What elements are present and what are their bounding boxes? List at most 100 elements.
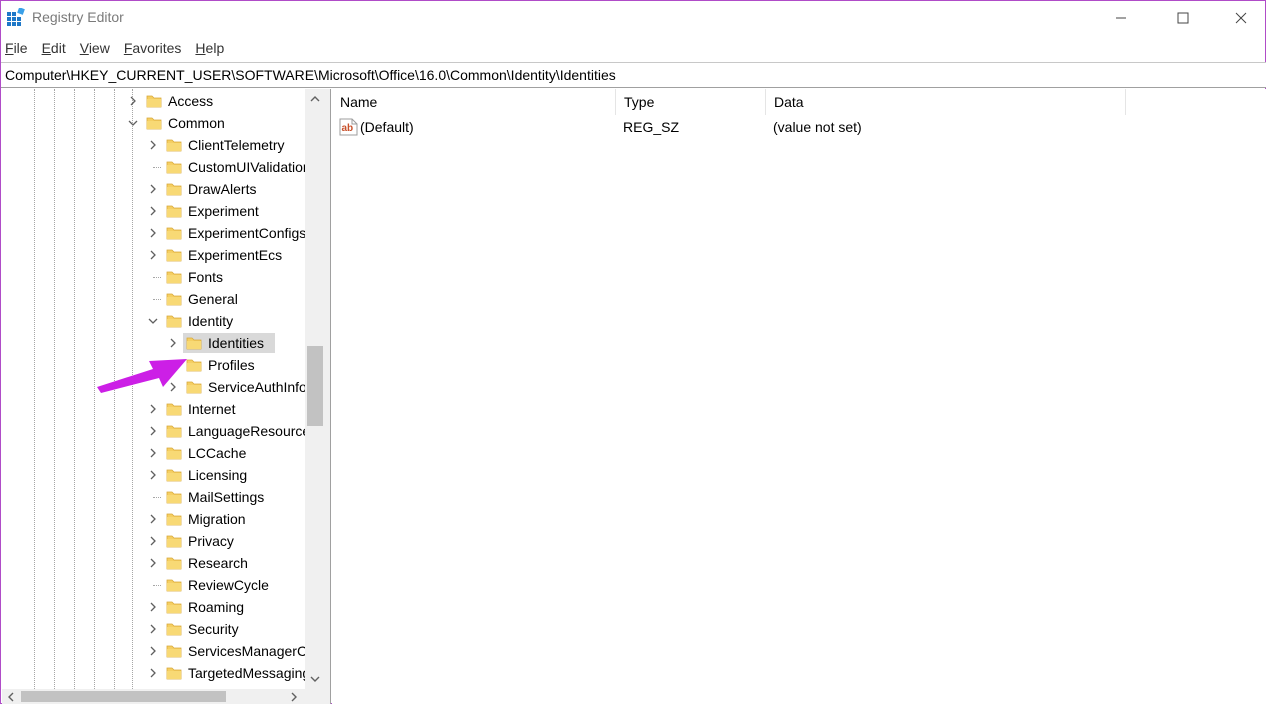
menu-view[interactable]: View — [76, 38, 114, 60]
chevron-right-icon[interactable] — [145, 222, 161, 244]
folder-icon — [166, 313, 182, 329]
tree-item-privacy[interactable]: Privacy — [2, 530, 305, 552]
pane-splitter[interactable] — [325, 89, 331, 704]
scroll-down-button[interactable] — [305, 669, 325, 689]
tree-item-label: Licensing — [188, 467, 248, 483]
chevron-right-icon[interactable] — [145, 420, 161, 442]
maximize-icon — [1177, 12, 1189, 23]
tree-item-licensing[interactable]: Licensing — [2, 464, 305, 486]
folder-icon — [166, 445, 182, 461]
chevron-down-icon[interactable] — [125, 112, 141, 134]
close-button[interactable] — [1218, 1, 1264, 34]
tree-vertical-scrollbar[interactable] — [305, 89, 325, 689]
tree-item-clienttelemetry[interactable]: ClientTelemetry — [2, 134, 305, 156]
tree-item-experimentecs[interactable]: ExperimentEcs — [2, 244, 305, 266]
tree-item-label: Experiment — [188, 203, 259, 219]
tree-item-label: Identities — [208, 335, 265, 351]
tree-item-serviceauthinfo[interactable]: ServiceAuthInfo — [2, 376, 305, 398]
maximize-button[interactable] — [1160, 1, 1206, 34]
folder-icon — [146, 93, 162, 109]
scroll-left-button[interactable] — [2, 689, 19, 704]
scrollbar-corner — [305, 689, 325, 704]
tree-item-targetedmessagingservice[interactable]: TargetedMessagingService — [2, 662, 305, 684]
tree-item-security[interactable]: Security — [2, 618, 305, 640]
tree-item-fonts[interactable]: Fonts — [2, 266, 305, 288]
tree-item-identity[interactable]: Identity — [2, 310, 305, 332]
tree-item-profiles[interactable]: Profiles — [2, 354, 305, 376]
tree-item-label: ReviewCycle — [188, 577, 269, 593]
chevron-right-icon[interactable] — [145, 464, 161, 486]
address-bar[interactable]: Computer\HKEY_CURRENT_USER\SOFTWARE\Micr… — [1, 62, 1266, 88]
folder-icon — [166, 489, 182, 505]
chevron-right-icon[interactable] — [145, 200, 161, 222]
chevron-right-icon[interactable] — [145, 244, 161, 266]
tree-item-experiment[interactable]: Experiment — [2, 200, 305, 222]
tree-horizontal-scrollbar[interactable] — [2, 689, 305, 704]
scroll-thumb[interactable] — [21, 691, 226, 702]
chevron-right-icon[interactable] — [145, 662, 161, 684]
tree-item-internet[interactable]: Internet — [2, 398, 305, 420]
chevron-right-icon[interactable] — [145, 178, 161, 200]
menu-file[interactable]: File — [1, 38, 32, 60]
tree-item-access[interactable]: Access — [2, 90, 305, 112]
svg-text:ab: ab — [342, 123, 354, 134]
folder-icon — [166, 467, 182, 483]
menu-favorites[interactable]: Favorites — [120, 38, 186, 60]
folder-icon — [146, 115, 162, 131]
scroll-up-button[interactable] — [305, 89, 325, 109]
tree-item-mailsettings[interactable]: MailSettings — [2, 486, 305, 508]
folder-icon — [166, 599, 182, 615]
folder-icon — [166, 203, 182, 219]
tree-item-label: Migration — [188, 511, 246, 527]
tree-item-general[interactable]: General — [2, 288, 305, 310]
menu-help[interactable]: Help — [191, 38, 228, 60]
chevron-right-icon[interactable] — [145, 618, 161, 640]
tree-item-languageresources[interactable]: LanguageResources — [2, 420, 305, 442]
tree-item-label: MailSettings — [188, 489, 265, 505]
tree-item-label: TargetedMessagingService — [188, 665, 305, 681]
tree-item-drawalerts[interactable]: DrawAlerts — [2, 178, 305, 200]
address-path[interactable]: Computer\HKEY_CURRENT_USER\SOFTWARE\Micr… — [5, 67, 616, 83]
menu-edit-label: dit — [50, 40, 66, 56]
tree-item-research[interactable]: Research — [2, 552, 305, 574]
chevron-right-icon[interactable] — [145, 398, 161, 420]
minimize-button[interactable] — [1098, 1, 1144, 34]
column-header-name[interactable]: Name — [332, 89, 616, 115]
menu-edit[interactable]: Edit — [38, 38, 70, 60]
tree-item-lccache[interactable]: LCCache — [2, 442, 305, 464]
tree-item-identities[interactable]: Identities — [2, 332, 305, 354]
tree-item-customuivalidationcache[interactable]: CustomUIValidationCache — [2, 156, 305, 178]
window-title: Registry Editor — [32, 9, 124, 25]
chevron-right-icon[interactable] — [145, 596, 161, 618]
scroll-right-button[interactable] — [285, 689, 302, 704]
chevron-right-icon[interactable] — [125, 90, 141, 112]
scroll-thumb[interactable] — [307, 346, 323, 426]
menu-file-label: ile — [13, 40, 28, 56]
tree-item-label: ExperimentConfigs — [188, 225, 305, 241]
tree-item-migration[interactable]: Migration — [2, 508, 305, 530]
column-header-type[interactable]: Type — [616, 89, 766, 115]
chevron-right-icon[interactable] — [165, 376, 181, 398]
tree-item-common[interactable]: Common — [2, 112, 305, 134]
chevron-right-icon[interactable] — [145, 508, 161, 530]
chevron-right-icon[interactable] — [145, 134, 161, 156]
tree-item-label: Access — [168, 93, 214, 109]
chevron-down-icon[interactable] — [145, 310, 161, 332]
chevron-right-icon[interactable] — [145, 442, 161, 464]
tree-connector — [153, 497, 161, 498]
tree-item-servicesmanagercache[interactable]: ServicesManagerCache — [2, 640, 305, 662]
key-tree: Access Common ClientTelemetry CustomUIValid… — [2, 89, 305, 689]
key-tree-pane: Access Common ClientTelemetry CustomUIValid… — [2, 89, 325, 704]
value-row[interactable]: ab (Default) REG_SZ (value not set) — [332, 117, 1126, 139]
chevron-right-icon[interactable] — [145, 530, 161, 552]
tree-item-label: Identity — [188, 313, 234, 329]
tree-item-roaming[interactable]: Roaming — [2, 596, 305, 618]
tree-item-experimentconfigs[interactable]: ExperimentConfigs — [2, 222, 305, 244]
menu-view-accel: V — [79, 40, 89, 56]
chevron-right-icon[interactable] — [165, 332, 181, 354]
column-header-data[interactable]: Data — [766, 89, 1126, 115]
menu-favorites-label: avorites — [132, 40, 182, 56]
chevron-right-icon[interactable] — [145, 552, 161, 574]
chevron-right-icon[interactable] — [145, 640, 161, 662]
tree-item-reviewcycle[interactable]: ReviewCycle — [2, 574, 305, 596]
